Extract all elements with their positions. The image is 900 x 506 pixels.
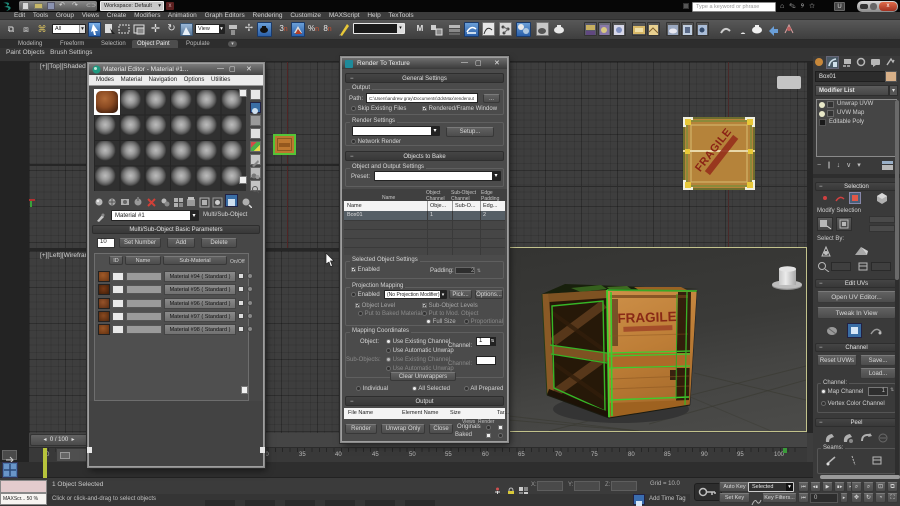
svg-text:FRAGILE: FRAGILE (617, 309, 677, 326)
